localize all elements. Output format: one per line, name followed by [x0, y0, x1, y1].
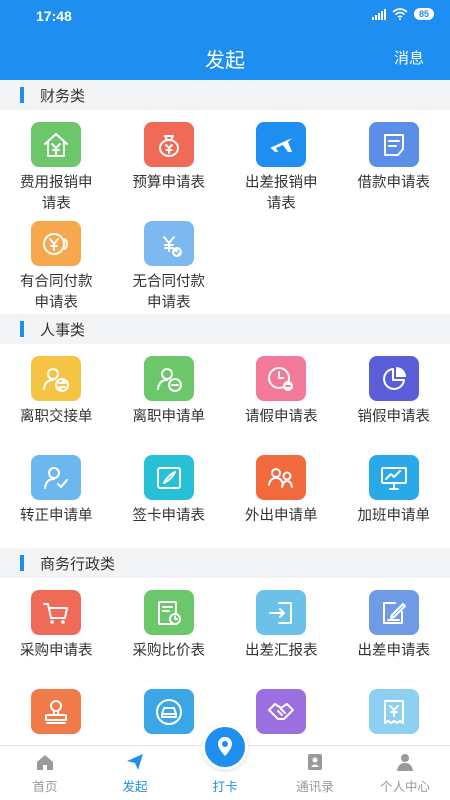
stamp-icon	[31, 689, 82, 734]
form-entry[interactable]: 采购比价表	[113, 584, 226, 683]
form-entry-label: 转正申请单	[20, 508, 93, 524]
status-icons: 85	[371, 8, 434, 20]
form-entry[interactable]	[338, 683, 450, 745]
tab-contacts[interactable]: 通讯录	[270, 746, 360, 800]
tab-label: 首页	[32, 780, 58, 794]
form-entry[interactable]: 离职交接单	[0, 350, 113, 449]
tab-initiate[interactable]: 发起	[90, 746, 180, 800]
user-minus-icon	[143, 356, 194, 401]
send-icon	[125, 752, 145, 776]
form-entry-label: 有合同付款申请表	[20, 274, 93, 311]
section-header: 人事类	[0, 314, 450, 344]
form-entry[interactable]: 费用报销申请表	[0, 116, 113, 215]
form-entry-label: 出差汇报表	[245, 643, 318, 659]
page-title: 发起	[205, 50, 245, 72]
house-yuan-icon	[31, 122, 82, 167]
section-accent-bar	[20, 87, 24, 103]
yuan-coin-icon	[31, 221, 82, 266]
section-grid: 离职交接单 离职申请单 请假申请表 销假申请表 转正申请单 签卡申请表 外出申请…	[0, 344, 450, 548]
form-entry[interactable]: 出差汇报表	[225, 584, 338, 683]
form-entry[interactable]: 签卡申请表	[113, 449, 226, 548]
form-entry[interactable]: 转正申请单	[0, 449, 113, 548]
form-entry[interactable]: 出差申请表	[338, 584, 450, 683]
car-icon	[143, 689, 194, 734]
form-entry[interactable]: 有合同付款申请表	[0, 215, 113, 314]
home-icon	[35, 752, 55, 776]
tab-label: 个人中心	[379, 780, 430, 794]
form-entry-label: 离职申请单	[132, 409, 206, 425]
form-entry[interactable]: 借款申请表	[338, 116, 450, 215]
section-title: 人事类	[40, 321, 86, 339]
form-entry[interactable]: 出差报销申请表	[225, 116, 338, 215]
form-entry-label: 无合同付款申请表	[132, 274, 206, 311]
wifi-icon	[392, 8, 408, 20]
pen-card-icon	[143, 455, 194, 500]
message-button[interactable]: 消息	[394, 47, 424, 68]
shopping-cart-icon	[31, 590, 82, 635]
users-out-icon	[256, 455, 307, 500]
contacts-icon	[305, 752, 325, 776]
form-entry[interactable]: 请假申请表	[225, 350, 338, 449]
price-compare-icon	[143, 590, 194, 635]
section-title: 商务行政类	[40, 555, 116, 573]
form-entry[interactable]: 加班申请单	[338, 449, 450, 548]
form-entry-label: 预算申请表	[132, 175, 206, 191]
form-entry-label: 离职交接单	[20, 409, 93, 425]
tab-profile[interactable]: 个人中心	[360, 746, 450, 800]
form-entry-label: 加班申请单	[357, 508, 431, 524]
form-entry-label: 销假申请表	[357, 409, 431, 425]
user-exchange-icon	[31, 356, 82, 401]
form-entry-label: 请假申请表	[245, 409, 318, 425]
form-entry-label: 采购比价表	[132, 643, 206, 659]
status-time: 17:48	[36, 8, 72, 24]
user-check-icon	[31, 455, 82, 500]
yuan-check-icon	[143, 221, 194, 266]
form-entry-label: 外出申请单	[245, 508, 318, 524]
form-entry[interactable]: 销假申请表	[338, 350, 450, 449]
form-entry[interactable]	[0, 683, 113, 745]
section-title: 财务类	[40, 87, 86, 105]
door-enter-icon	[256, 590, 307, 635]
form-entry[interactable]: 采购申请表	[0, 584, 113, 683]
section-grid: 费用报销申请表 预算申请表 出差报销申请表 借款申请表 有合同付款申请表 无合同…	[0, 110, 450, 314]
presentation-board-icon	[368, 455, 419, 500]
form-entry-label: 出差申请表	[357, 643, 431, 659]
airplane-icon	[256, 122, 307, 167]
form-entry-label: 费用报销申请表	[20, 175, 93, 212]
form-entry[interactable]: 外出申请单	[225, 449, 338, 548]
section-accent-bar	[20, 321, 24, 337]
tab-label: 通讯录	[296, 780, 334, 794]
section-grid: 采购申请表 采购比价表 出差汇报表 出差申请表	[0, 578, 450, 745]
battery-indicator: 85	[413, 8, 434, 20]
clock-minus-icon	[256, 356, 307, 401]
signal-icon	[371, 8, 386, 20]
form-entry[interactable]: 离职申请单	[113, 350, 226, 449]
form-entry-label: 签卡申请表	[132, 508, 206, 524]
tab-home[interactable]: 首页	[0, 746, 90, 800]
form-entry-label: 借款申请表	[357, 175, 431, 191]
punch-location-icon[interactable]	[202, 724, 248, 770]
form-list: 财务类 费用报销申请表 预算申请表 出差报销申请表 借款申请表 有合同付款申请表…	[0, 80, 450, 745]
section-accent-bar	[20, 555, 24, 571]
form-entry-label: 采购申请表	[20, 643, 93, 659]
form-entry-label: 出差报销申请表	[245, 175, 318, 212]
bottom-tab-bar: 首页 发起 打卡 通讯录 个人中心	[0, 724, 450, 800]
handshake-icon	[256, 689, 307, 734]
money-bag-icon	[143, 122, 194, 167]
form-entry[interactable]: 预算申请表	[113, 116, 226, 215]
tab-label: 打卡	[212, 780, 238, 794]
document-icon	[368, 122, 419, 167]
receipt-icon	[368, 689, 419, 734]
tab-label: 发起	[122, 780, 148, 794]
form-entry[interactable]: 无合同付款申请表	[113, 215, 226, 314]
edit-doc-icon	[368, 590, 419, 635]
tab-punch[interactable]: 打卡	[180, 724, 270, 800]
top-bar: 17:48 85 发起 消息	[0, 0, 450, 80]
status-bar: 17:48 85	[0, 0, 450, 32]
section-header: 财务类	[0, 80, 450, 110]
section-header: 商务行政类	[0, 548, 450, 578]
pie-chart-icon	[368, 356, 419, 401]
person-icon	[395, 752, 415, 776]
